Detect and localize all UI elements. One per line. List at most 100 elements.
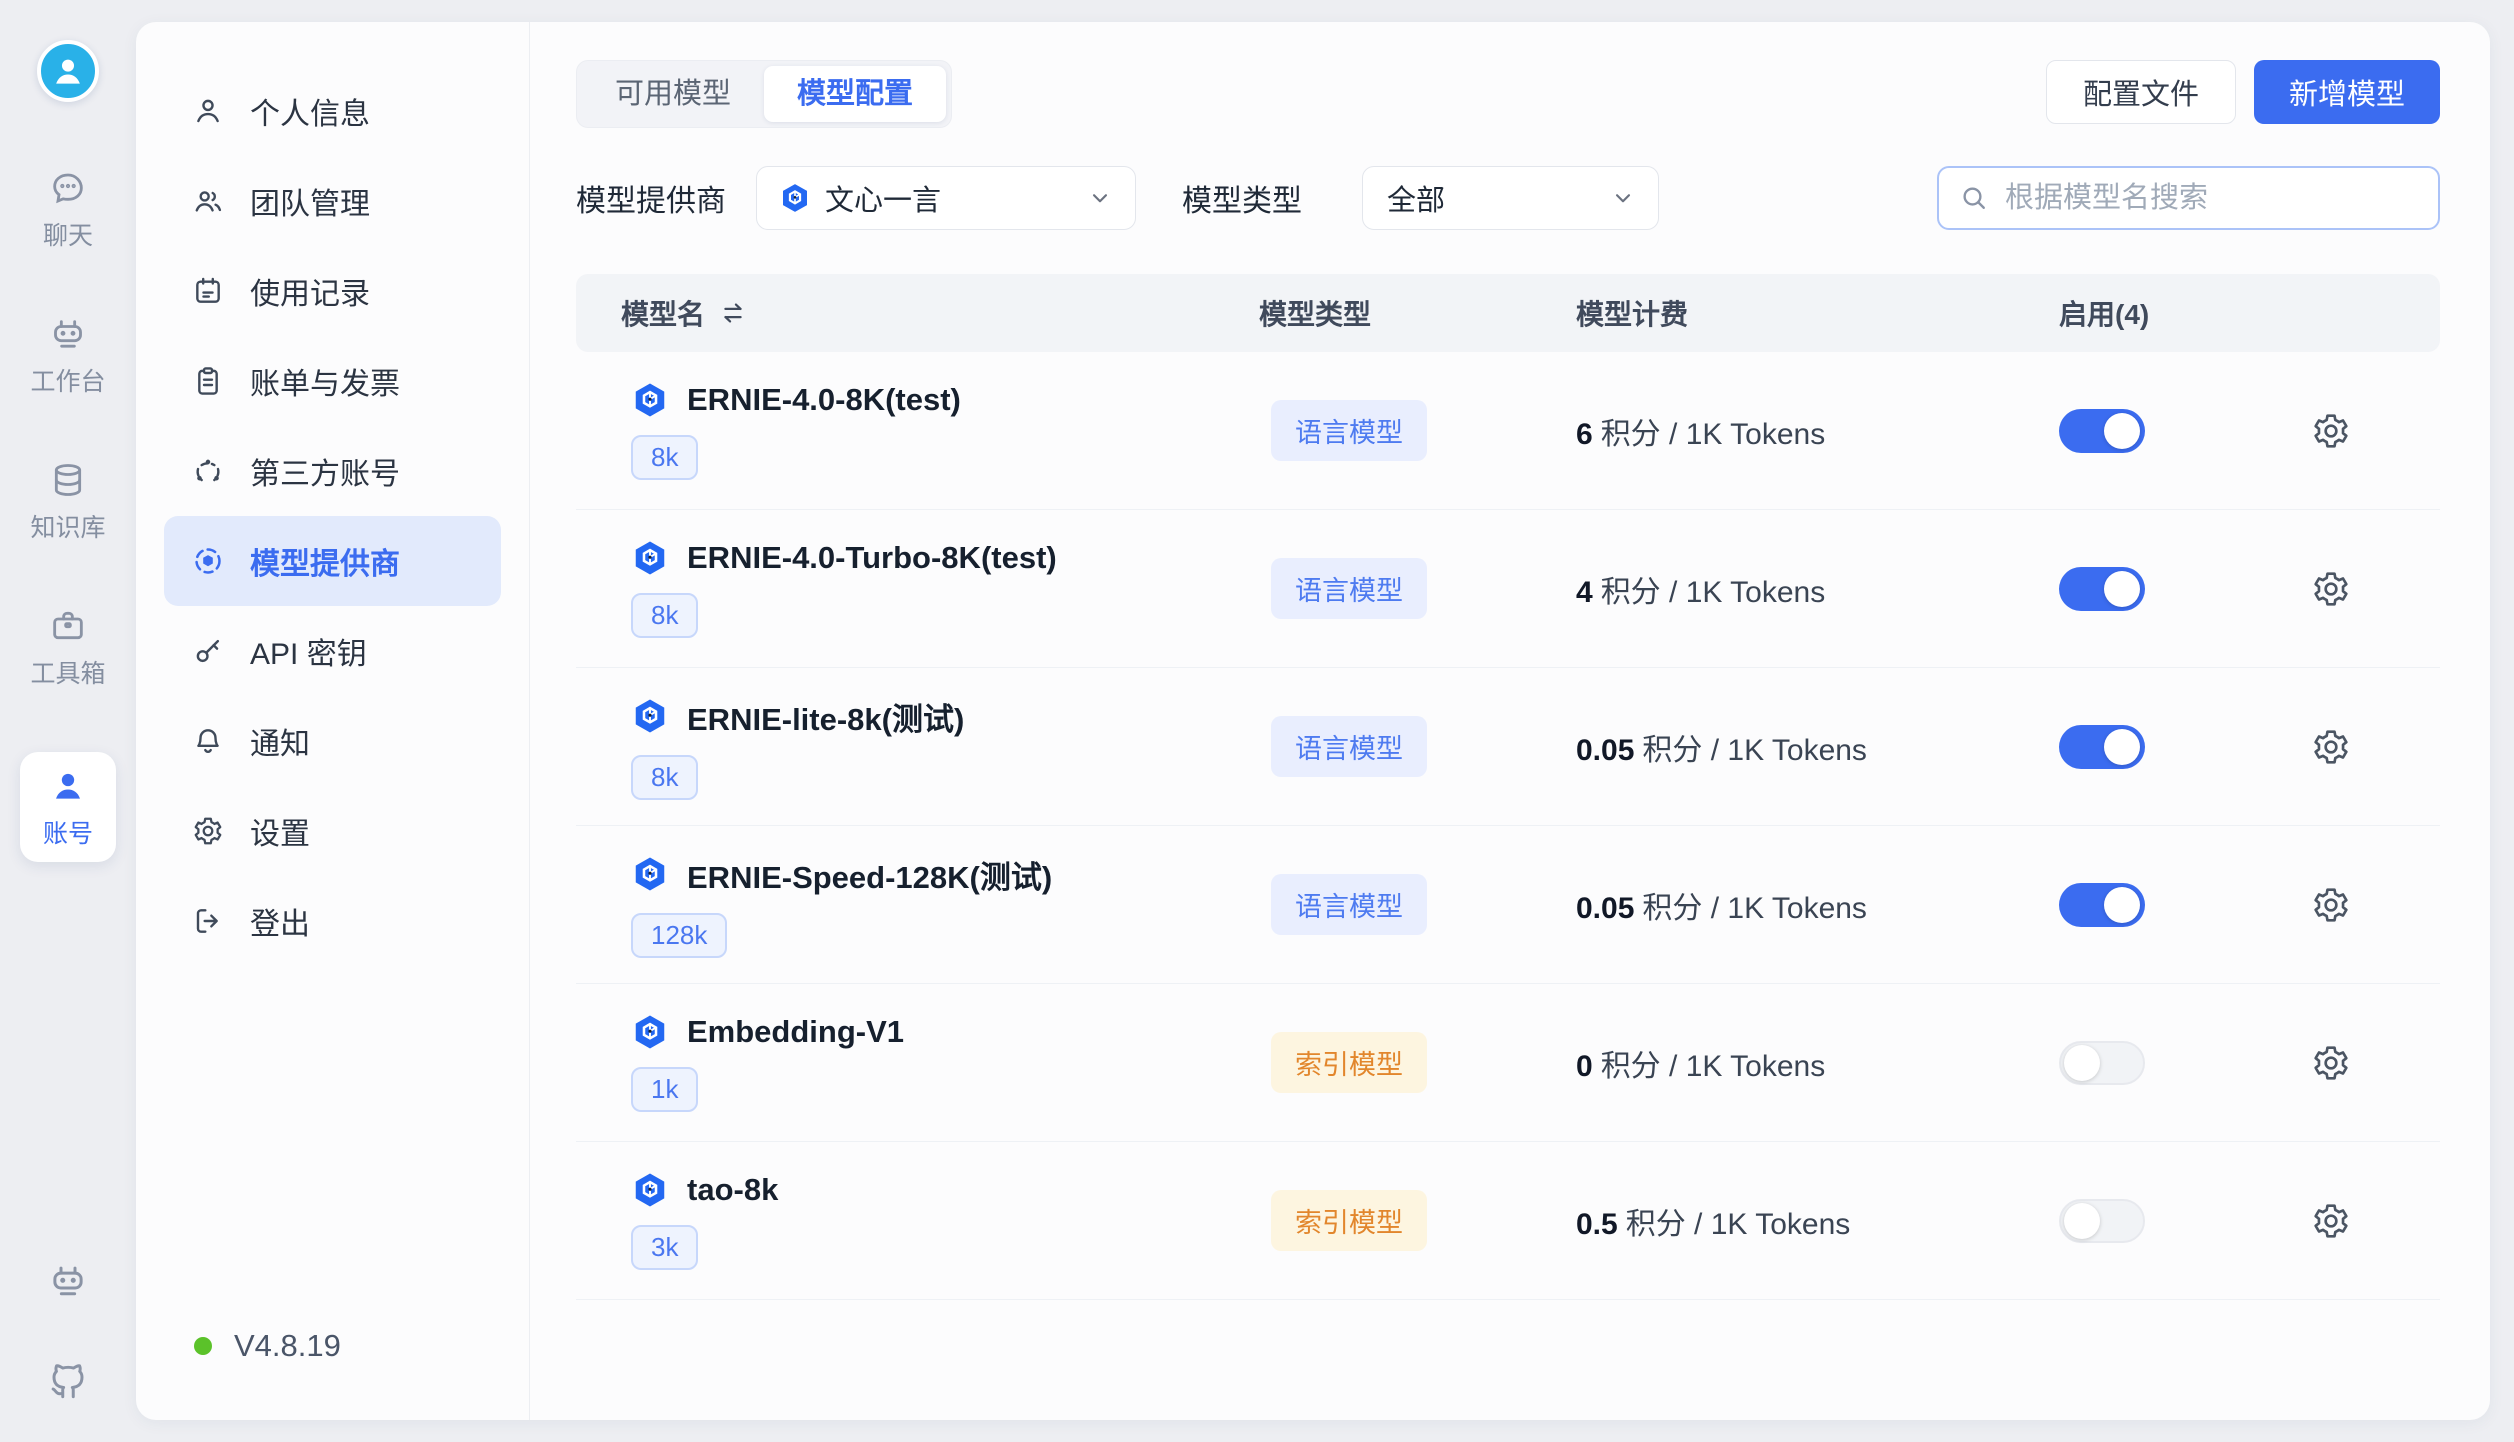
rail-item-label: 工具箱 [30,654,105,690]
provider-select[interactable]: 文心一言 [756,166,1136,230]
type-select-value: 全部 [1387,177,1445,219]
model-logo-icon [631,381,669,419]
price-value: 0.05 [1576,892,1634,925]
github-icon[interactable] [47,1360,89,1402]
account-icon [48,766,88,806]
model-type-badge: 语言模型 [1271,874,1427,935]
gear-icon [192,815,224,847]
sidebar-item-label: 登出 [250,899,310,943]
sidebar-item-team[interactable]: 团队管理 [164,156,501,246]
price-value: 4 [1576,576,1593,609]
user-avatar[interactable] [37,40,99,102]
provider-select-value: 文心一言 [825,177,941,219]
sidebar-item-label: 第三方账号 [250,449,400,493]
rail-item-label: 账号 [43,814,93,850]
table-row: ERNIE-lite-8k(测试) 8k 语言模型 0.05积分 / 1K To… [576,668,2440,826]
tab-available-models[interactable]: 可用模型 [582,66,764,122]
enable-toggle[interactable] [2059,1041,2145,1085]
model-config-content: 可用模型 模型配置 配置文件 新增模型 模型提供商 文心一言 模型类型 全部 [530,22,2490,1420]
chat-icon [48,168,88,208]
enable-toggle[interactable] [2059,725,2145,769]
price-suffix: 积分 / 1K Tokens [1642,734,1867,767]
table-row: ERNIE-Speed-128K(测试) 128k 语言模型 0.05积分 / … [576,826,2440,984]
model-tabs: 可用模型 模型配置 [576,60,952,128]
calendar-icon [192,275,224,307]
price-value: 0 [1576,1050,1593,1083]
row-settings-gear-icon[interactable] [2311,1201,2351,1241]
people-icon [192,185,224,217]
price-value: 0.5 [1576,1208,1618,1241]
context-badge: 8k [631,755,698,800]
price-suffix: 积分 / 1K Tokens [1642,892,1867,925]
row-settings-gear-icon[interactable] [2311,727,2351,767]
sidebar-item-thirdparty[interactable]: 第三方账号 [164,426,501,516]
enable-toggle[interactable] [2059,409,2145,453]
chevron-down-icon [1610,185,1636,211]
bell-icon [192,725,224,757]
sidebar-item-settings[interactable]: 设置 [164,786,501,876]
enable-toggle[interactable] [2059,883,2145,927]
assistant-robot-icon[interactable] [47,1260,89,1302]
sidebar-item-billing[interactable]: 账单与发票 [164,336,501,426]
app-rail: 聊天 工作台 知识库 工具箱 账号 [0,0,136,1442]
context-badge: 8k [631,593,698,638]
rail-item-workspace[interactable]: 工作台 [18,314,118,398]
model-type-badge: 索引模型 [1271,1032,1427,1093]
column-model-billing: 模型计费 [1576,293,2059,333]
table-row: ERNIE-4.0-8K(test) 8k 语言模型 6积分 / 1K Toke… [576,352,2440,510]
row-settings-gear-icon[interactable] [2311,411,2351,451]
model-type-badge: 语言模型 [1271,716,1427,777]
type-select[interactable]: 全部 [1362,166,1659,230]
enable-toggle[interactable] [2059,1199,2145,1243]
price-suffix: 积分 / 1K Tokens [1601,1050,1826,1083]
sidebar-item-label: 账单与发票 [250,359,400,403]
rail-item-label: 聊天 [43,216,93,252]
model-name: ERNIE-Speed-128K(测试) [687,852,1052,897]
sidebar-item-label: API 密钥 [250,629,367,673]
sidebar-item-profile[interactable]: 个人信息 [164,66,501,156]
model-name: tao-8k [687,1172,778,1208]
sidebar-item-notifications[interactable]: 通知 [164,696,501,786]
profile-config-button[interactable]: 配置文件 [2046,60,2236,124]
person-icon [192,95,224,127]
sidebar-item-usage[interactable]: 使用记录 [164,246,501,336]
sidebar-item-logout[interactable]: 登出 [164,876,501,966]
key-icon [192,635,224,667]
row-settings-gear-icon[interactable] [2311,1043,2351,1083]
tab-model-config[interactable]: 模型配置 [764,66,946,122]
column-model-name: 模型名 [621,293,1259,333]
sidebar-item-label: 个人信息 [250,89,370,133]
rail-nav: 聊天 工作台 知识库 工具箱 账号 [18,168,118,862]
search-input[interactable] [2005,182,2418,215]
sidebar-item-model-provider[interactable]: 模型提供商 [164,516,501,606]
row-settings-gear-icon[interactable] [2311,569,2351,609]
robot-icon [48,314,88,354]
model-logo-icon [631,697,669,735]
chevron-down-icon [1087,185,1113,211]
model-type-badge: 语言模型 [1271,558,1427,619]
rail-item-chat[interactable]: 聊天 [18,168,118,252]
model-logo-icon [631,1013,669,1051]
price-suffix: 积分 / 1K Tokens [1626,1208,1851,1241]
table-row: ERNIE-4.0-Turbo-8K(test) 8k 语言模型 4积分 / 1… [576,510,2440,668]
context-badge: 128k [631,913,727,958]
provider-logo-icon [779,182,811,214]
sort-icon[interactable] [719,299,747,327]
model-name: ERNIE-4.0-8K(test) [687,382,961,418]
table-header: 模型名 模型类型 模型计费 启用(4) [576,274,2440,352]
model-name: Embedding-V1 [687,1014,904,1050]
row-settings-gear-icon[interactable] [2311,885,2351,925]
model-type-badge: 索引模型 [1271,1190,1427,1251]
rail-item-toolbox[interactable]: 工具箱 [18,606,118,690]
rail-item-account[interactable]: 账号 [20,752,116,862]
add-model-button[interactable]: 新增模型 [2254,60,2440,124]
version-label: V4.8.19 [234,1328,341,1364]
enable-toggle[interactable] [2059,567,2145,611]
rail-item-knowledge[interactable]: 知识库 [18,460,118,544]
model-logo-icon [631,1171,669,1209]
model-provider-icon [192,545,224,577]
sidebar-item-label: 团队管理 [250,179,370,223]
sidebar-item-api-keys[interactable]: API 密钥 [164,606,501,696]
filters-row: 模型提供商 文心一言 模型类型 全部 [576,166,2440,230]
price-suffix: 积分 / 1K Tokens [1601,576,1826,609]
